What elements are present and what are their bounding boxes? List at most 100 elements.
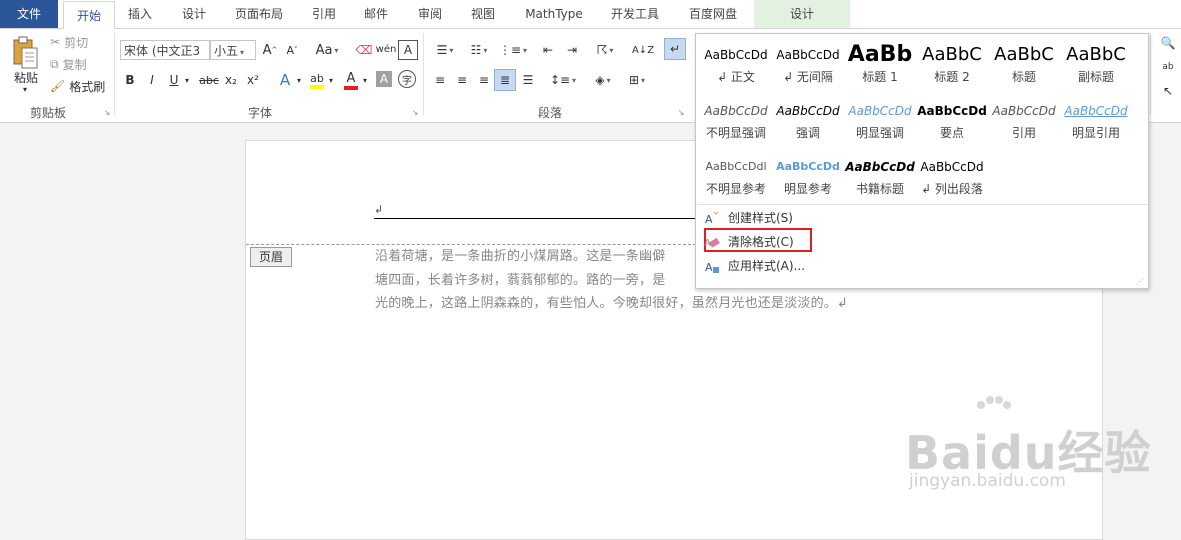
style-strong[interactable]: AaBbCcDd 要点	[916, 98, 988, 150]
align-right-icon[interactable]: ≡	[474, 70, 494, 90]
italic-button[interactable]: I	[144, 70, 160, 90]
cut-button[interactable]: ✂ 剪切	[50, 33, 100, 51]
tab-home[interactable]: 开始	[63, 1, 115, 30]
tab-insert[interactable]: 插入	[118, 0, 162, 28]
bullets-button[interactable]: ☰ ▾	[430, 40, 460, 60]
paragraph-launcher-icon[interactable]: ↘	[676, 107, 686, 117]
grow-font-button[interactable]: A ^	[262, 40, 278, 60]
tab-mailings[interactable]: 邮件	[354, 0, 398, 28]
subscript-button[interactable]: x₂	[222, 70, 240, 90]
paste-icon[interactable]	[6, 33, 44, 73]
format-painter-button[interactable]: 🖌 格式刷	[50, 77, 108, 95]
tab-developer[interactable]: 开发工具	[600, 0, 670, 28]
style-sample: AaBbCcDd	[776, 48, 840, 62]
shrink-font-button[interactable]: A ˅	[284, 40, 300, 60]
body-line-1[interactable]: 沿着荷塘，是一条曲折的小煤屑路。这是一条幽僻	[375, 245, 665, 264]
distributed-icon[interactable]: ☰	[518, 70, 538, 90]
highlight-dropdown-icon[interactable]: ▾	[326, 70, 336, 90]
justify-icon[interactable]: ≣	[494, 69, 516, 91]
create-style-icon: A	[704, 210, 720, 226]
style-sample: AaBbC	[994, 44, 1054, 65]
multilevel-list-button[interactable]: ⋮≡ ▾	[498, 40, 528, 60]
style-sample: AaBbCcDd	[848, 104, 912, 118]
style-emphasis[interactable]: AaBbCcDd 强调	[772, 98, 844, 150]
font-name-combo[interactable]: 宋体 (中文正3	[120, 40, 210, 60]
tab-design[interactable]: 设计	[172, 0, 216, 28]
style-subtle-reference[interactable]: AaBbCcDdl 不明显参考	[700, 154, 772, 206]
change-case-button[interactable]: Aa ▾	[312, 40, 342, 60]
asian-layout-button[interactable]: ☈ ▾	[590, 40, 620, 60]
text-effect-button[interactable]: A	[276, 70, 294, 90]
font-size-combo[interactable]: 小五 ▾	[210, 40, 256, 60]
chevron-down-icon: ▾	[572, 75, 577, 85]
paste-button[interactable]: 粘贴	[8, 69, 44, 85]
strikethrough-button[interactable]: abc	[198, 70, 220, 90]
shading-button[interactable]: ◈ ▾	[588, 70, 618, 90]
style-name: 引用	[1011, 126, 1036, 140]
body-line-3[interactable]: 光的晚上，这路上阴森森的，有些怕人。今晚却很好，虽然月光也还是淡淡的。↲	[375, 292, 848, 311]
decrease-indent-icon[interactable]: ⇤	[538, 40, 558, 60]
style-heading-1[interactable]: AaBb 标题 1	[844, 42, 916, 94]
style-normal[interactable]: AaBbCcDd ↲ 正文	[700, 42, 772, 94]
bold-button[interactable]: B	[122, 70, 138, 90]
create-style-menu-item[interactable]: A 创建样式(S)	[702, 207, 1142, 229]
sort-button[interactable]: A↓Z	[632, 40, 654, 60]
clipboard-launcher-icon[interactable]: ↘	[102, 107, 112, 117]
style-subtitle[interactable]: AaBbC 副标题	[1060, 42, 1132, 94]
style-intense-emphasis[interactable]: AaBbCcDd 明显强调	[844, 98, 916, 150]
style-book-title[interactable]: AaBbCcDd 书籍标题	[844, 154, 916, 206]
align-left-icon[interactable]: ≡	[430, 70, 450, 90]
paste-dropdown-icon[interactable]: ▾	[18, 84, 32, 94]
text-effect-dropdown-icon[interactable]: ▾	[294, 70, 304, 90]
style-name: 标题 1	[862, 70, 898, 84]
style-list-paragraph[interactable]: AaBbCcDd ↲ 列出段落	[916, 154, 988, 206]
align-center-icon[interactable]: ≡	[452, 70, 472, 90]
font-color-button[interactable]: A	[342, 68, 360, 92]
style-intense-quote[interactable]: AaBbCcDd 明显引用	[1060, 98, 1132, 150]
style-name: 不明显参考	[705, 182, 766, 196]
tab-file[interactable]: 文件	[0, 0, 58, 28]
style-quote[interactable]: AaBbCcDd 引用	[988, 98, 1060, 150]
font-size-value: 小五	[214, 44, 239, 58]
resize-grip-icon[interactable]: ⋰	[1136, 277, 1144, 286]
increase-indent-icon[interactable]: ⇥	[562, 40, 582, 60]
find-icon[interactable]: 🔍	[1158, 33, 1178, 53]
line-spacing-button[interactable]: ↕≡ ▾	[548, 70, 578, 90]
highlight-color-button[interactable]: ab	[308, 68, 326, 92]
style-intense-reference[interactable]: AaBbCcDd 明显参考	[772, 154, 844, 206]
replace-icon[interactable]: ab	[1158, 57, 1178, 77]
tab-review[interactable]: 审阅	[408, 0, 452, 28]
show-marks-button[interactable]: ↵	[664, 38, 686, 60]
underline-dropdown-icon[interactable]: ▾	[182, 70, 192, 90]
numbering-button[interactable]: ☷ ▾	[464, 40, 494, 60]
style-subtle-emphasis[interactable]: AaBbCcDd 不明显强调	[700, 98, 772, 150]
tab-page-layout[interactable]: 页面布局	[226, 0, 292, 28]
style-name: ↲ 列出段落	[921, 182, 983, 196]
underline-button[interactable]: U	[166, 70, 182, 90]
tab-header-design[interactable]: 设计	[754, 0, 850, 28]
header-tag[interactable]: 页眉	[250, 247, 292, 267]
paint-bucket-icon: ◈	[595, 73, 605, 87]
copy-button[interactable]: ⧉ 复制	[50, 55, 100, 73]
style-heading-2[interactable]: AaBbC 标题 2	[916, 42, 988, 94]
clear-formatting-menu-item[interactable]: A 清除格式(C)	[702, 228, 1142, 253]
body-line-2[interactable]: 塘四面，长着许多树，蓊蓊郁郁的。路的一旁，是	[375, 269, 665, 288]
borders-button[interactable]: ⊞ ▾	[622, 70, 652, 90]
tab-view[interactable]: 视图	[461, 0, 505, 28]
font-launcher-icon[interactable]: ↘	[410, 107, 420, 117]
select-icon[interactable]: ↖	[1158, 81, 1178, 101]
apply-styles-menu-item[interactable]: A 应用样式(A)...	[702, 255, 1142, 277]
style-title[interactable]: AaBbC 标题	[988, 42, 1060, 94]
phonetic-guide-icon[interactable]: wén	[376, 38, 397, 60]
style-no-spacing[interactable]: AaBbCcDd ↲ 无间隔	[772, 42, 844, 94]
character-border-icon[interactable]: A	[398, 40, 418, 60]
font-color-dropdown-icon[interactable]: ▾	[360, 70, 370, 90]
style-sample: AaBbCcDd	[917, 104, 987, 118]
superscript-button[interactable]: x²	[244, 70, 262, 90]
tab-mathtype[interactable]: MathType	[514, 0, 594, 28]
clear-formatting-icon[interactable]: ⌫	[354, 40, 374, 60]
enclose-characters-button[interactable]: 字	[398, 70, 416, 88]
tab-baidu-netdisk[interactable]: 百度网盘	[678, 0, 748, 28]
character-shading-button[interactable]: A	[376, 71, 392, 87]
tab-references[interactable]: 引用	[302, 0, 346, 28]
